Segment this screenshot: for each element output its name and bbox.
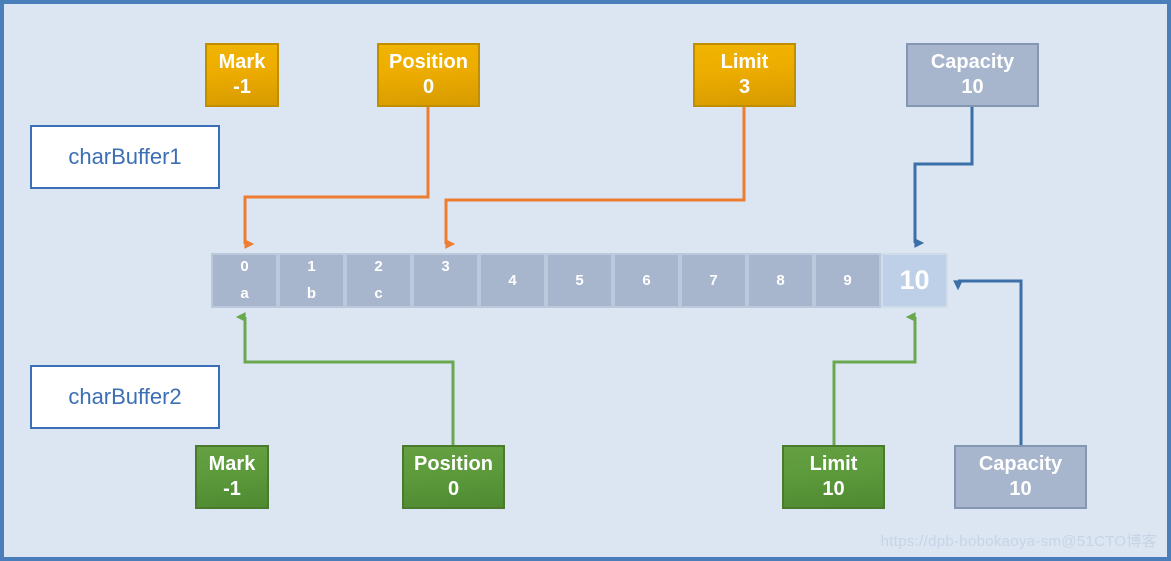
cell-index: 5: [575, 272, 584, 289]
buffer-cell[interactable]: 8: [747, 253, 814, 308]
buffer-cell[interactable]: 5: [546, 253, 613, 308]
cb1-limit-box[interactable]: Limit 3: [693, 43, 796, 107]
cb2-mark-label: Mark: [208, 453, 256, 475]
cb2-mark-box[interactable]: Mark -1: [195, 445, 269, 509]
cb2-capacity-label: Capacity: [978, 453, 1063, 475]
cell-index: 0: [240, 258, 249, 275]
cell-index: 10: [899, 265, 930, 295]
buffer-cell[interactable]: 9: [814, 253, 881, 308]
cb1-position-box[interactable]: Position 0: [377, 43, 480, 107]
cb1-capacity-box[interactable]: Capacity 10: [906, 43, 1039, 107]
buffer-cell[interactable]: 4: [479, 253, 546, 308]
cb2-limit-label: Limit: [809, 453, 858, 475]
wire-cb1-limit: [444, 107, 746, 249]
cell-index: 2: [374, 258, 383, 275]
cb2-position-value: 0: [447, 478, 460, 500]
wire-cb2-position: [235, 312, 455, 445]
watermark-text: https://dpb-bobokaoya-sm@51CTO博客: [880, 533, 1157, 550]
charbuffer2-plate-label: charBuffer2: [68, 384, 182, 409]
buffer-cell-capacity[interactable]: 10: [881, 253, 948, 308]
cb2-limit-value: 10: [822, 478, 845, 500]
cell-value: c: [374, 285, 383, 302]
cb1-mark-label: Mark: [218, 51, 266, 73]
cb1-mark-box[interactable]: Mark -1: [205, 43, 279, 107]
cell-index: 3: [441, 258, 450, 275]
cb1-limit-label: Limit: [720, 51, 769, 73]
cell-index: 8: [776, 272, 785, 289]
cell-index: 7: [709, 272, 718, 289]
wire-cb1-capacity: [913, 107, 974, 248]
cell-index: 4: [508, 272, 517, 289]
cell-index: 6: [642, 272, 651, 289]
cb2-capacity-value: 10: [1009, 478, 1032, 500]
cb2-capacity-box[interactable]: Capacity 10: [954, 445, 1087, 509]
cell-index: 9: [843, 272, 852, 289]
cb1-capacity-value: 10: [961, 76, 984, 98]
cb2-position-box[interactable]: Position 0: [402, 445, 505, 509]
buffer-cell[interactable]: 6: [613, 253, 680, 308]
buffer-cell[interactable]: 7: [680, 253, 747, 308]
wire-cb2-limit: [832, 312, 917, 445]
cb1-position-value: 0: [422, 76, 435, 98]
charbuffer2-plate: charBuffer2: [30, 365, 220, 429]
charbuffer1-plate-label: charBuffer1: [68, 144, 182, 169]
buffer-cell[interactable]: 0 a: [211, 253, 278, 308]
cb2-mark-value: -1: [223, 478, 241, 500]
cb2-limit-box[interactable]: Limit 10: [782, 445, 885, 509]
cell-value: b: [306, 285, 317, 302]
cb1-position-label: Position: [389, 51, 468, 73]
buffer-cell[interactable]: 3: [412, 253, 479, 308]
charbuffer1-plate: charBuffer1: [30, 125, 220, 189]
cell-index: 1: [307, 258, 316, 275]
cell-value: a: [240, 285, 249, 302]
wire-cb2-capacity: [953, 279, 1023, 445]
cb2-position-label: Position: [414, 453, 493, 475]
cb1-limit-value: 3: [738, 76, 751, 98]
buffer-strip: 0 a 1 b 2 c 3 4 5 6 7 8 9 10: [211, 253, 948, 308]
diagram-canvas: Mark -1 Position 0 Limit 3 Capacity 10 c…: [0, 0, 1171, 561]
buffer-cell[interactable]: 1 b: [278, 253, 345, 308]
cb1-capacity-label: Capacity: [930, 51, 1015, 73]
cb1-mark-value: -1: [233, 76, 251, 98]
wire-cb1-position: [243, 107, 430, 249]
buffer-cell[interactable]: 2 c: [345, 253, 412, 308]
